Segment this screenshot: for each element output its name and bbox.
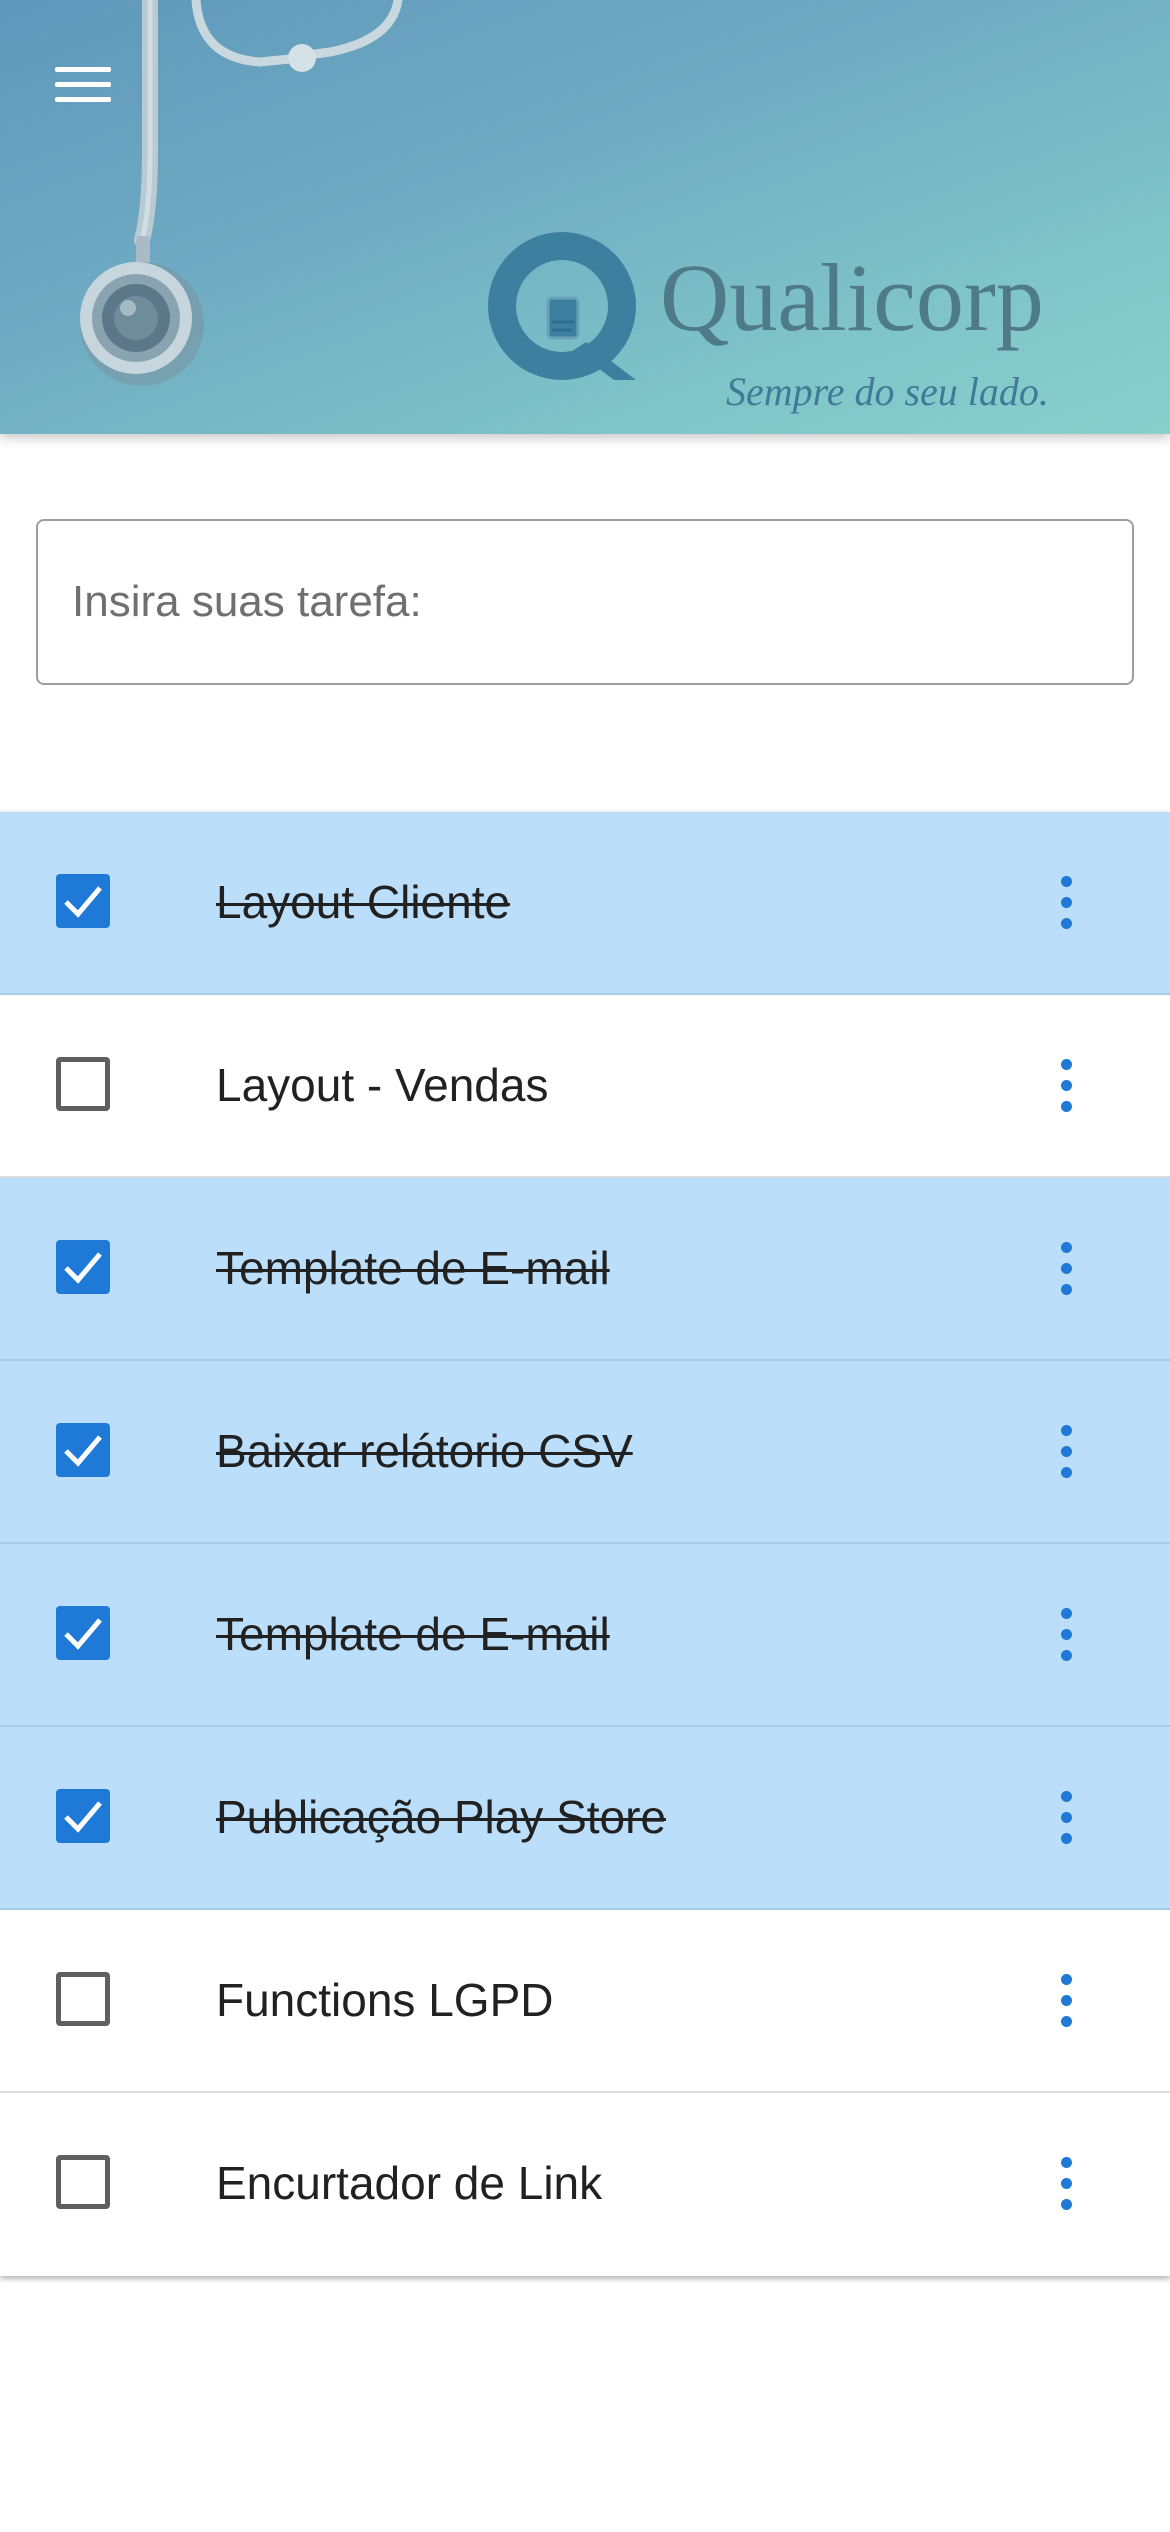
task-row[interactable]: Layout Cliente — [0, 812, 1170, 995]
task-label: Layout - Vendas — [216, 1059, 549, 1111]
more-vertical-icon-dot — [1060, 1283, 1072, 1295]
task-label: Template de E-mail — [216, 1242, 610, 1294]
task-checkbox[interactable] — [56, 1606, 110, 1660]
task-label: Baixar relátorio CSV — [216, 1425, 633, 1477]
task-options-button[interactable] — [1044, 1602, 1088, 1666]
check-icon — [64, 1435, 102, 1467]
more-vertical-icon-dot — [1060, 2015, 1072, 2027]
more-vertical-icon-dot — [1060, 1628, 1072, 1640]
check-icon — [64, 1801, 102, 1833]
task-options-button[interactable] — [1044, 1053, 1088, 1117]
more-vertical-icon — [1060, 2156, 1072, 2168]
task-row[interactable]: Template de E-mail — [0, 1544, 1170, 1727]
more-vertical-icon-dot — [1060, 1079, 1072, 1091]
task-row[interactable]: Publicação Play Store — [0, 1727, 1170, 1910]
more-vertical-icon — [1060, 1973, 1072, 1985]
task-label: Encurtador de Link — [216, 2157, 603, 2209]
task-label: Layout Cliente — [216, 876, 511, 928]
more-vertical-icon — [1060, 875, 1072, 887]
task-row[interactable]: Baixar relátorio CSV — [0, 1361, 1170, 1544]
task-row[interactable]: Template de E-mail — [0, 1178, 1170, 1361]
more-vertical-icon — [1060, 1058, 1072, 1070]
menu-button[interactable] — [44, 54, 122, 114]
check-icon — [64, 886, 102, 918]
task-options-button[interactable] — [1044, 1785, 1088, 1849]
more-vertical-icon-dot — [1060, 1811, 1072, 1823]
hamburger-menu-icon-line — [55, 96, 111, 102]
task-checkbox[interactable] — [56, 874, 110, 928]
task-options-button[interactable] — [1044, 870, 1088, 934]
task-options-button[interactable] — [1044, 1968, 1088, 2032]
more-vertical-icon-dot — [1060, 896, 1072, 908]
task-checkbox[interactable] — [56, 1789, 110, 1843]
task-label: Template de E-mail — [216, 1608, 610, 1660]
task-options-button[interactable] — [1044, 1419, 1088, 1483]
task-checkbox[interactable] — [56, 1057, 110, 1111]
logo-wordmark: Qualicorp — [660, 244, 1044, 351]
task-checkbox[interactable] — [56, 1240, 110, 1294]
task-input[interactable] — [38, 521, 1132, 683]
more-vertical-icon — [1060, 1241, 1072, 1253]
more-vertical-icon-dot — [1060, 1466, 1072, 1478]
more-vertical-icon-dot — [1060, 1445, 1072, 1457]
check-icon — [64, 1618, 102, 1650]
task-label: Publicação Play Store — [216, 1791, 667, 1843]
task-row[interactable]: Layout - Vendas — [0, 995, 1170, 1178]
qualicorp-logo: Qualicorp Sempre do seu lado. — [486, 230, 1126, 420]
task-row[interactable]: Functions LGPD — [0, 1910, 1170, 2093]
hamburger-menu-icon — [55, 66, 111, 72]
more-vertical-icon-dot — [1060, 917, 1072, 929]
more-vertical-icon — [1060, 1424, 1072, 1436]
qualicorp-logo-mark — [488, 232, 636, 380]
task-options-button[interactable] — [1044, 2151, 1088, 2215]
task-checkbox[interactable] — [56, 1972, 110, 2026]
task-row[interactable]: Encurtador de Link — [0, 2093, 1170, 2276]
more-vertical-icon-dot — [1060, 1262, 1072, 1274]
more-vertical-icon-dot — [1060, 1994, 1072, 2006]
task-checkbox[interactable] — [56, 2155, 110, 2209]
check-icon — [64, 1252, 102, 1284]
task-checkbox[interactable] — [56, 1423, 110, 1477]
more-vertical-icon-dot — [1060, 2177, 1072, 2189]
more-vertical-icon-dot — [1060, 2198, 1072, 2210]
more-vertical-icon-dot — [1060, 1832, 1072, 1844]
more-vertical-icon-dot — [1060, 1100, 1072, 1112]
more-vertical-icon-dot — [1060, 1649, 1072, 1661]
task-list: Layout Cliente Layout - Vendas Template … — [0, 812, 1170, 2276]
task-label: Functions LGPD — [216, 1974, 554, 2026]
task-options-button[interactable] — [1044, 1236, 1088, 1300]
task-input-field — [36, 519, 1134, 685]
more-vertical-icon — [1060, 1790, 1072, 1802]
app-header: Qualicorp Sempre do seu lado. — [0, 0, 1170, 434]
logo-tagline: Sempre do seu lado. — [726, 369, 1049, 414]
hamburger-menu-icon-line — [55, 81, 111, 87]
more-vertical-icon — [1060, 1607, 1072, 1619]
